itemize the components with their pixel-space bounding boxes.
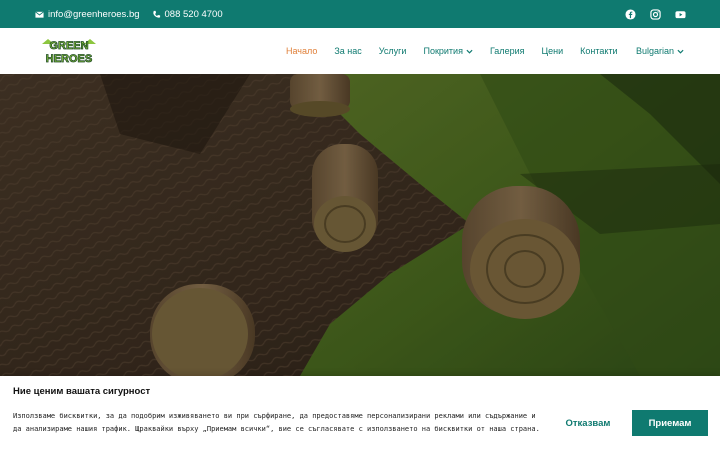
turf-rolls-photo bbox=[0, 74, 720, 376]
instagram-icon[interactable] bbox=[650, 8, 661, 20]
green-heroes-logo[interactable]: GREEN HEROES bbox=[38, 36, 100, 66]
site-header: GREEN HEROES Начало За нас Услуги Покрит… bbox=[0, 28, 720, 74]
chevron-down-icon bbox=[677, 49, 684, 54]
email-contact[interactable]: info@greenheroes.bg bbox=[35, 9, 140, 20]
cookie-text: Използваме бисквитки, за да подобрим изж… bbox=[13, 412, 540, 433]
svg-text:GREEN: GREEN bbox=[49, 40, 88, 52]
reject-button[interactable]: Отказвам bbox=[556, 411, 620, 435]
cookie-banner: Ние ценим вашата сигурност Използваме би… bbox=[0, 376, 720, 450]
chevron-down-icon bbox=[466, 49, 473, 54]
nav-item-services[interactable]: Услуги bbox=[379, 46, 407, 56]
phone-contact[interactable]: 088 520 4700 bbox=[152, 9, 223, 20]
nav-item-prices[interactable]: Цени bbox=[541, 46, 563, 56]
nav-item-about[interactable]: За нас bbox=[334, 46, 361, 56]
language-label: Bulgarian bbox=[636, 46, 675, 56]
phone-text: 088 520 4700 bbox=[164, 8, 223, 20]
cookie-title: Ние ценим вашата сигурност bbox=[13, 386, 151, 397]
facebook-icon[interactable] bbox=[625, 8, 636, 20]
social-links bbox=[625, 0, 686, 28]
main-nav: Начало За нас Услуги Покрития Галерия Це… bbox=[286, 28, 635, 74]
top-bar: info@greenheroes.bg 088 520 4700 bbox=[0, 0, 720, 28]
svg-text:HEROES: HEROES bbox=[46, 53, 92, 65]
contact-info: info@greenheroes.bg 088 520 4700 bbox=[35, 0, 223, 28]
accept-button[interactable]: Приемам bbox=[632, 410, 708, 436]
email-text: info@greenheroes.bg bbox=[48, 8, 140, 20]
hero-image bbox=[0, 74, 720, 376]
nav-item-home[interactable]: Начало bbox=[286, 46, 317, 56]
nav-item-gallery[interactable]: Галерия bbox=[490, 46, 525, 56]
envelope-icon bbox=[35, 10, 44, 18]
nav-item-coverings[interactable]: Покрития bbox=[423, 46, 473, 56]
nav-item-contacts[interactable]: Контакти bbox=[580, 46, 617, 56]
language-selector[interactable]: Bulgarian bbox=[636, 28, 684, 74]
phone-icon bbox=[152, 10, 160, 18]
youtube-icon[interactable] bbox=[675, 9, 686, 20]
